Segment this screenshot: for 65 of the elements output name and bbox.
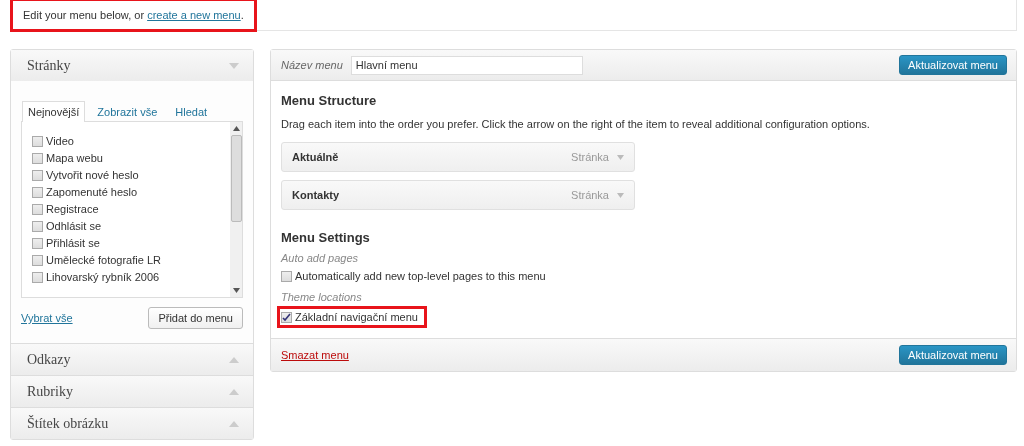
checkbox[interactable]	[281, 270, 292, 282]
checkbox[interactable]	[281, 311, 292, 323]
checkbox-label: Video	[46, 135, 74, 147]
checkbox[interactable]	[32, 203, 43, 215]
scroll-thumb[interactable]	[230, 135, 242, 222]
checkbox-label: Umělecké fotografie LR	[46, 254, 161, 266]
checkbox[interactable]	[32, 220, 43, 232]
caret-icon	[229, 62, 239, 69]
section-title: Odkazy	[27, 351, 71, 368]
option-row[interactable]: Základní navigační menu	[277, 306, 427, 328]
delete-menu-link[interactable]: Smazat menu	[281, 349, 349, 361]
checkbox-label: Odhlásit se	[46, 220, 102, 232]
section-title: Rubriky	[27, 383, 73, 400]
caret-icon[interactable]	[617, 192, 624, 198]
setting-heading: Theme locations	[281, 291, 363, 303]
checkbox-label: Vytvořit nové heslo	[46, 169, 139, 181]
section-heading: Menu Settings	[281, 230, 371, 245]
checkbox-label: Automatically add new top-level pages to this menu	[295, 270, 546, 282]
section-header[interactable]: Odkazy	[11, 344, 253, 375]
menu-item-type: Stránka	[571, 189, 609, 201]
option-row[interactable]: Automatically add new top-level pages to this menu	[281, 268, 546, 284]
checkbox-label: Mapa webu	[46, 152, 103, 164]
section-header[interactable]: Stránky	[11, 50, 253, 81]
help-text: Drag each item into the order you prefer. Click the arrow on the right of the item to reveal additional configuration options.	[281, 118, 871, 130]
checkbox[interactable]	[32, 254, 43, 266]
add-to-menu-button[interactable]: Přidat do menu	[148, 307, 243, 329]
checkbox-label: Lihovarský rybník 2006	[46, 271, 160, 283]
checkbox-label: Základní navigační menu	[295, 311, 418, 323]
tab[interactable]: Nejnovější	[22, 101, 86, 122]
section-heading: Menu Structure	[281, 93, 378, 108]
scroll-up-icon[interactable]	[232, 126, 240, 131]
caret-icon	[229, 356, 239, 363]
section-title: Štítek obrázku	[27, 415, 109, 432]
scroll-down-icon[interactable]	[232, 288, 240, 293]
scrollbar[interactable]	[230, 122, 242, 297]
checkbox[interactable]	[32, 186, 43, 198]
notice-text: Edit your menu below, or create a new menu.	[23, 9, 244, 21]
checkbox[interactable]	[32, 169, 43, 181]
setting-heading: Auto add pages	[281, 252, 360, 264]
checkbox[interactable]	[32, 152, 43, 164]
save-menu-button[interactable]: Aktualizovat menu	[899, 55, 1007, 75]
tab[interactable]: Zobrazit vše	[91, 101, 164, 121]
menu-name-field[interactable]: Hlavní menu	[350, 55, 583, 75]
menu-item-title: Aktuálně	[292, 151, 339, 163]
create-menu-link[interactable]: create a new menu	[147, 9, 241, 21]
menu-item[interactable]: Kontakty Stránka	[281, 180, 635, 210]
section-header[interactable]: Štítek obrázku	[11, 408, 253, 439]
save-menu-button[interactable]: Aktualizovat menu	[899, 345, 1007, 365]
select-all-link[interactable]: Vybrat vše	[21, 312, 73, 324]
menu-item-type: Stránka	[571, 151, 609, 163]
tab[interactable]: Hledat	[169, 101, 214, 121]
menu-name-label: Název menu	[281, 59, 343, 71]
checkbox-label: Zapomenuté heslo	[46, 186, 138, 198]
caret-icon	[229, 420, 239, 427]
checkbox[interactable]	[32, 237, 43, 249]
checkbox-label: Přihlásit se	[46, 237, 100, 249]
checkbox-label: Registrace	[46, 203, 99, 215]
section-header[interactable]: Rubriky	[11, 376, 253, 407]
caret-icon[interactable]	[617, 154, 624, 160]
checkbox[interactable]	[32, 135, 43, 147]
menu-item[interactable]: Aktuálně Stránka	[281, 142, 635, 172]
caret-icon	[229, 388, 239, 395]
section-title: Stránky	[27, 57, 71, 74]
menu-item-title: Kontakty	[292, 189, 340, 201]
checkbox[interactable]	[32, 271, 43, 283]
